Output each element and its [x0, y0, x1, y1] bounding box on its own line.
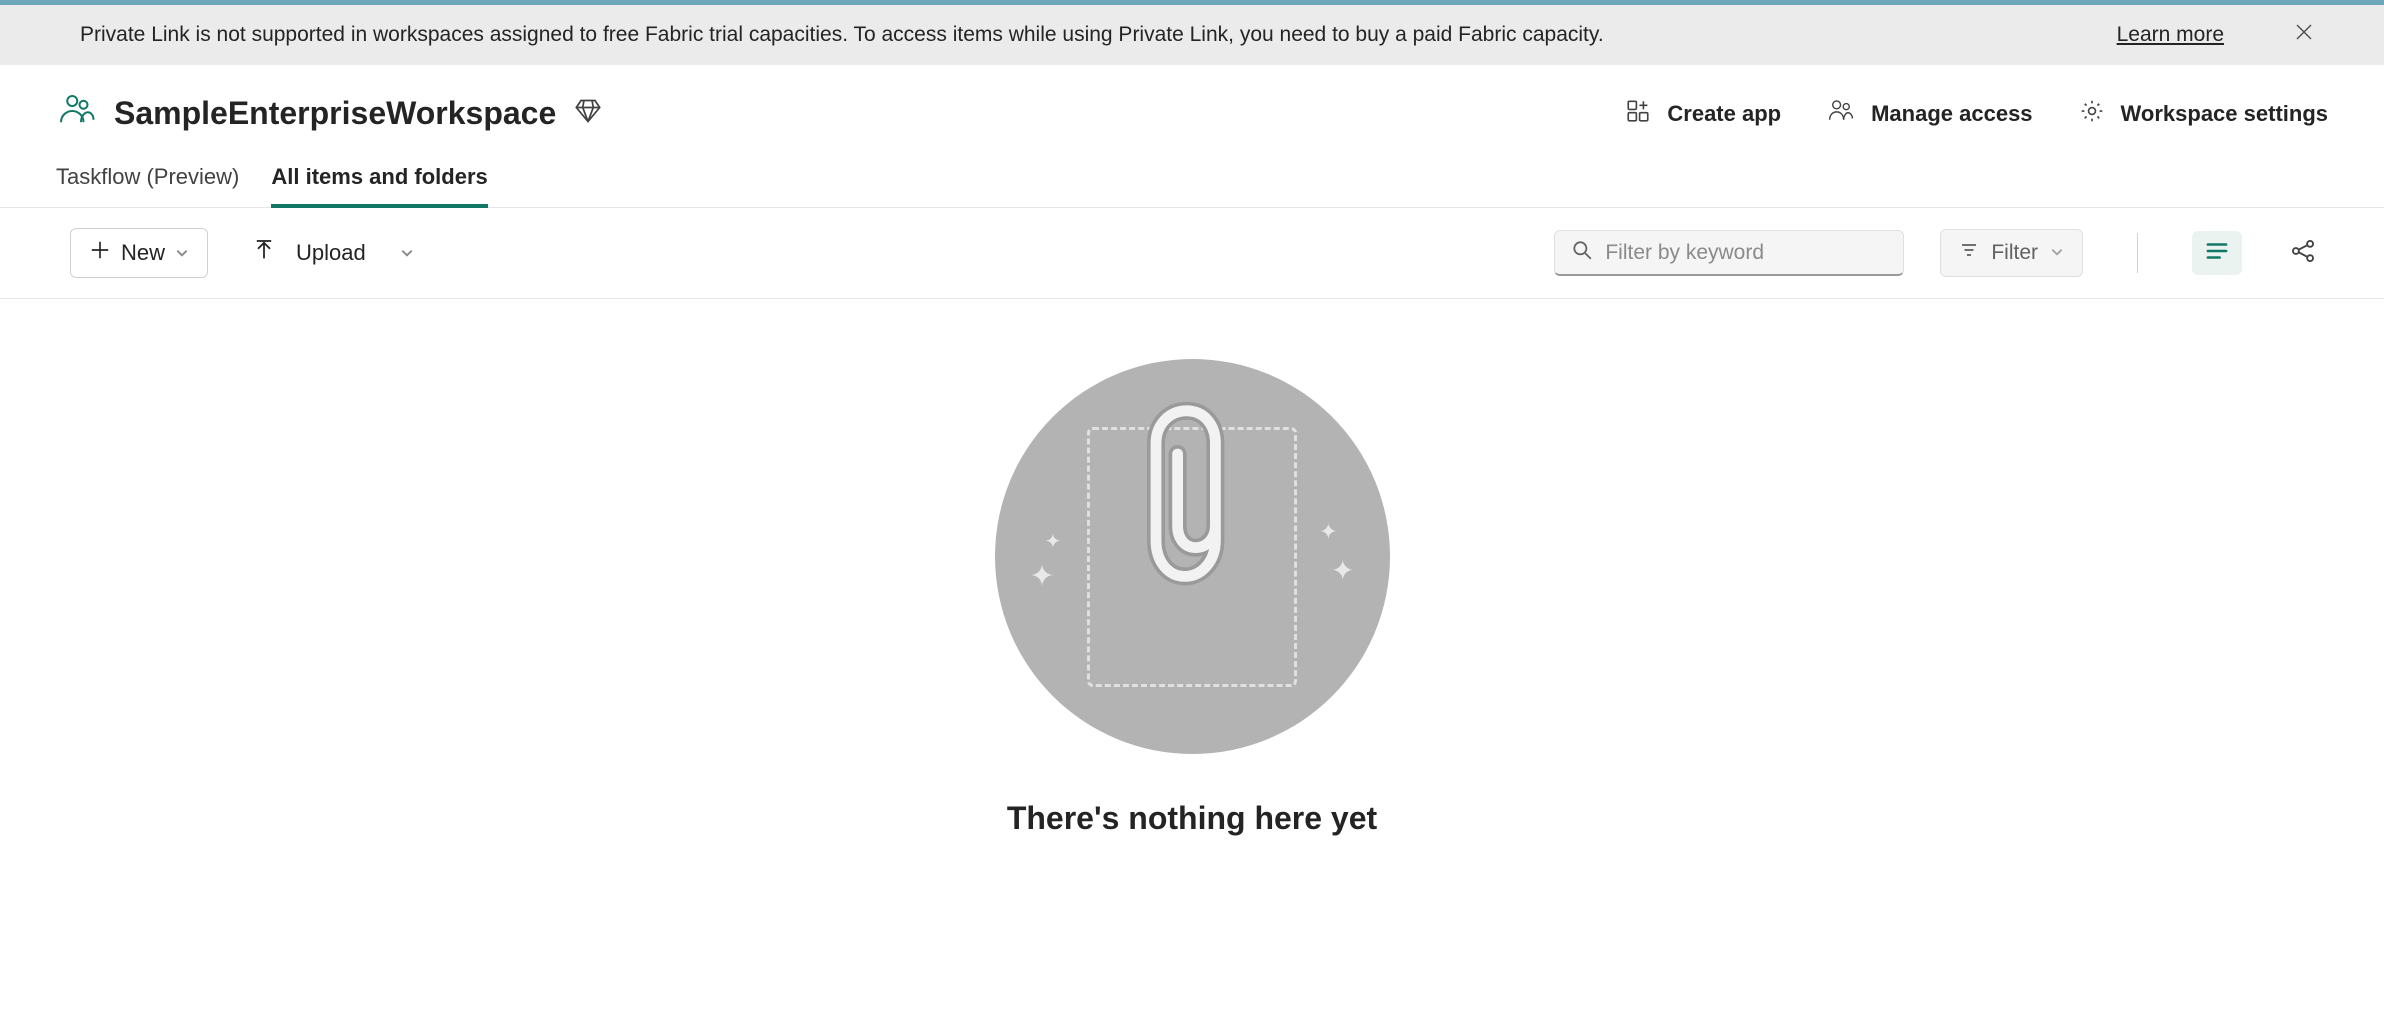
- close-icon[interactable]: [2284, 17, 2324, 53]
- chevron-down-icon: [175, 240, 189, 266]
- people-icon: [1827, 97, 1855, 131]
- app-icon: [1625, 98, 1651, 130]
- lineage-view-button[interactable]: [2278, 231, 2328, 275]
- filter-button-label: Filter: [1991, 241, 2038, 265]
- upload-button[interactable]: Upload: [244, 228, 422, 278]
- filter-icon: [1959, 240, 1979, 266]
- plus-icon: [89, 239, 111, 267]
- upload-label: Upload: [296, 240, 366, 266]
- empty-state: ✦ ✦ ✦ ✦ There's nothing here yet: [0, 299, 2384, 837]
- tab-taskflow[interactable]: Taskflow (Preview): [56, 154, 239, 208]
- list-view-button[interactable]: [2192, 231, 2242, 275]
- workspace-settings-label: Workspace settings: [2121, 101, 2328, 127]
- sparkle-icon: ✦: [1319, 519, 1337, 545]
- filter-input[interactable]: [1605, 241, 1887, 265]
- toolbar-divider: [2137, 233, 2138, 273]
- manage-access-label: Manage access: [1871, 101, 2032, 127]
- empty-state-title: There's nothing here yet: [1007, 800, 1377, 837]
- workspace-settings-button[interactable]: Workspace settings: [2079, 98, 2328, 130]
- create-app-button[interactable]: Create app: [1625, 98, 1781, 130]
- search-icon: [1571, 239, 1593, 266]
- tabs: Taskflow (Preview) All items and folders: [0, 154, 2384, 208]
- manage-access-button[interactable]: Manage access: [1827, 97, 2032, 131]
- diamond-icon: [574, 97, 602, 130]
- chevron-down-icon: [2050, 241, 2064, 265]
- workspace-icon: [56, 91, 96, 136]
- new-label: New: [121, 240, 165, 266]
- filter-button[interactable]: Filter: [1940, 229, 2083, 277]
- filter-input-wrap[interactable]: [1554, 230, 1904, 276]
- gear-icon: [2079, 98, 2105, 130]
- workspace-title: SampleEnterpriseWorkspace: [114, 95, 556, 132]
- notification-text: Private Link is not supported in workspa…: [80, 23, 2067, 47]
- empty-illustration: ✦ ✦ ✦ ✦: [995, 359, 1390, 754]
- sparkle-icon: ✦: [1045, 529, 1062, 554]
- paperclip-icon: [1147, 399, 1237, 604]
- learn-more-link[interactable]: Learn more: [2117, 23, 2224, 47]
- sparkle-icon: ✦: [1030, 559, 1055, 594]
- toolbar: New Upload Filter: [0, 208, 2384, 299]
- lineage-icon: [2290, 238, 2316, 269]
- workspace-header: SampleEnterpriseWorkspace Create app: [0, 65, 2384, 154]
- upload-icon: [252, 238, 276, 268]
- tab-all-items[interactable]: All items and folders: [271, 154, 487, 208]
- new-button[interactable]: New: [70, 228, 208, 278]
- chevron-down-icon: [400, 240, 414, 266]
- sparkle-icon: ✦: [1331, 554, 1354, 587]
- list-icon: [2204, 238, 2230, 269]
- create-app-label: Create app: [1667, 101, 1781, 127]
- notification-bar: Private Link is not supported in workspa…: [0, 5, 2384, 65]
